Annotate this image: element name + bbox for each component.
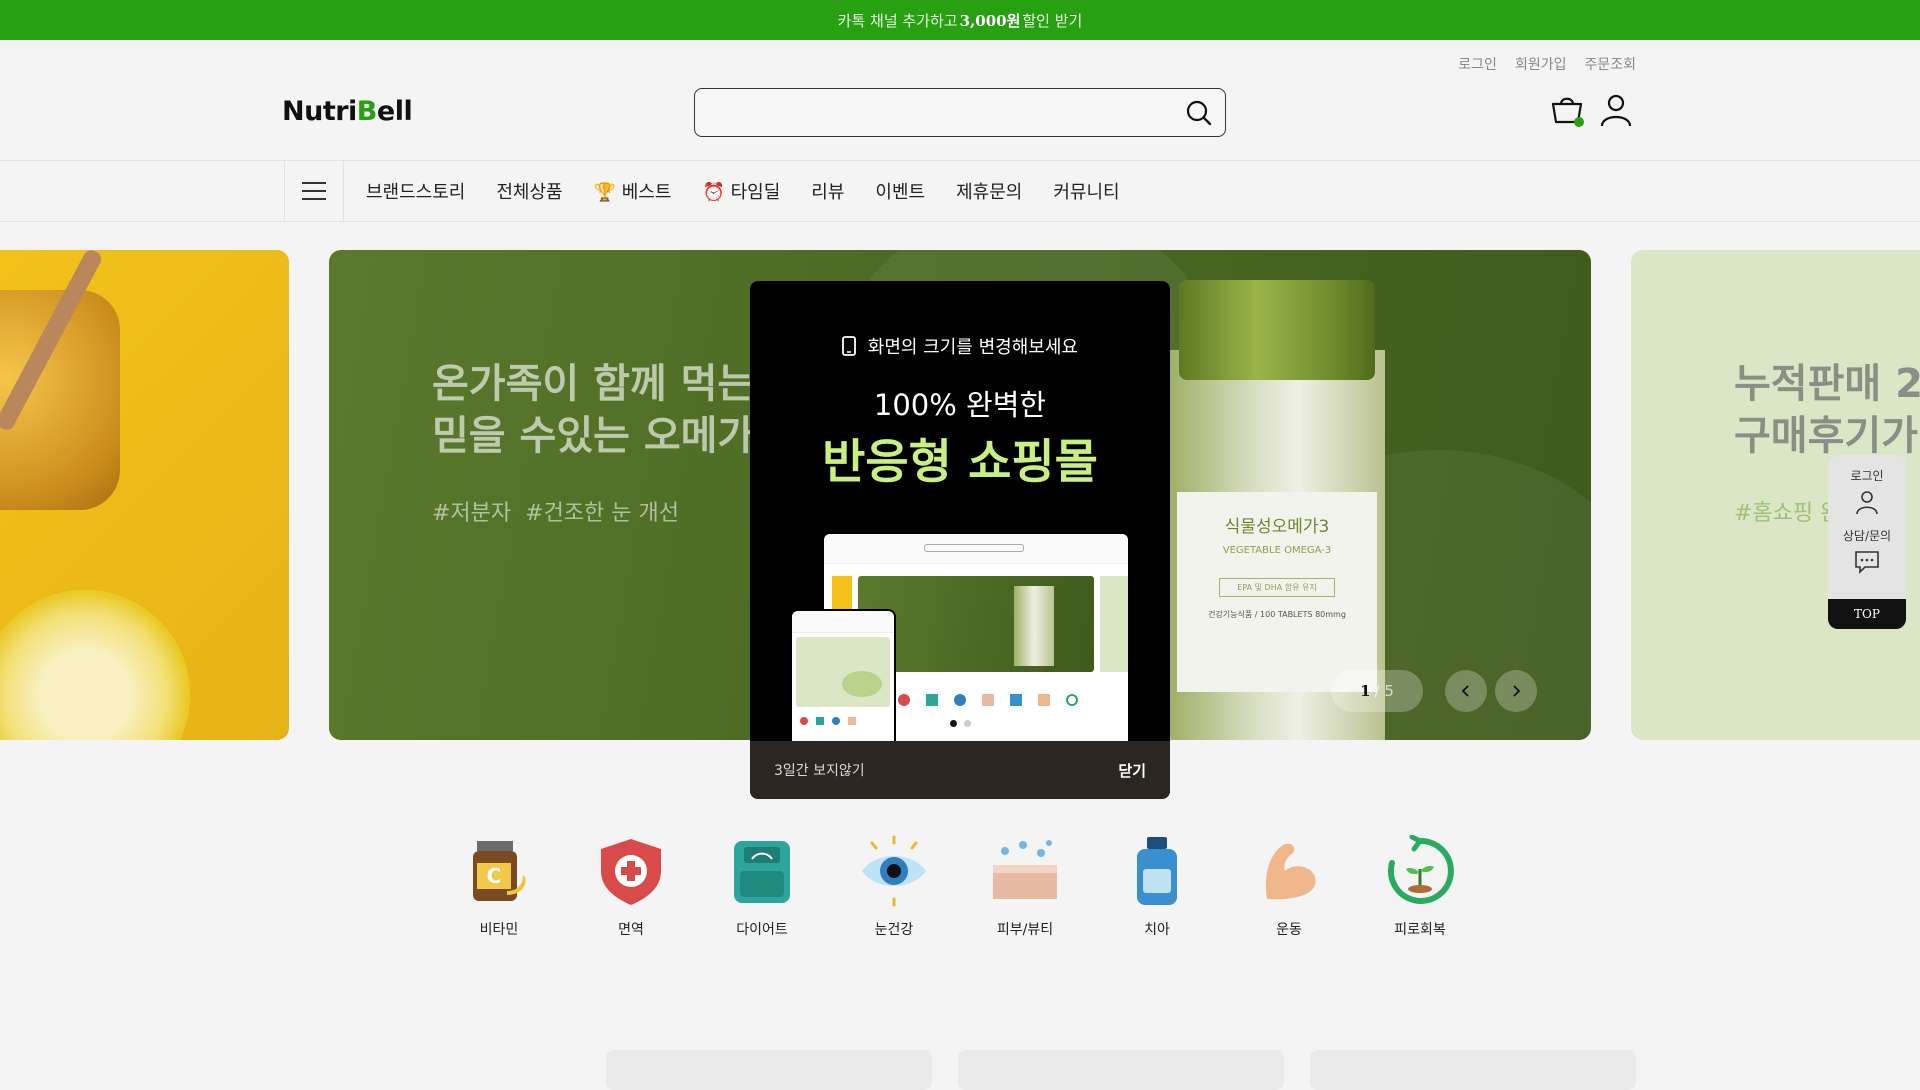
nav-community[interactable]: 커뮤니티 [1053,178,1119,204]
slide-title: 온가족이 함께 먹는 믿을 수있는 오메가 [432,358,754,462]
site-logo[interactable]: NutriBell [282,96,413,127]
nav-all-products[interactable]: 전체상품 [496,178,562,204]
category-label: 눈건강 [874,922,914,938]
modal-hint-text: 화면의 크기를 변경해보세요 [867,337,1078,358]
category-label: 피로회복 [1394,922,1446,938]
search-input[interactable] [709,99,1169,127]
order-lookup-link[interactable]: 주문조회 [1584,54,1636,74]
scroll-top-button[interactable]: TOP [1828,599,1906,629]
promo-text-before: 카톡 채널 추가하고 [837,11,958,30]
vitamin-icon: C [473,841,526,901]
skin-icon [993,840,1057,899]
category-label: 다이어트 [736,922,788,938]
login-link[interactable]: 로그인 [1458,54,1497,74]
slide-pager: 1 / 5 [1331,670,1423,712]
next-slide-title: 누적판매 2 구매후기가 [1734,358,1920,462]
chevron-right-icon [1513,685,1521,697]
pager-current: 1 [1360,682,1371,700]
next-slide-title-line1: 누적판매 2 [1734,361,1920,407]
logo-text-end: ell [376,96,413,127]
bottle-label: 식물성오메가3 VEGETABLE OMEGA-3 EPA 및 DHA 함유 유… [1177,492,1377,692]
modal-hint: 화면의 크기를 변경해보세요 [750,333,1170,359]
slide-tags: #저분자 #건조한 눈 개선 [432,501,680,526]
category-immune[interactable]: 면역 [576,835,686,939]
category-eye[interactable]: 눈건강 [839,835,949,939]
slide-title-line2: 믿을 수있는 오메가 [432,413,755,459]
slide-title-line1: 온가족이 함께 먹는 [432,361,755,407]
product-card[interactable] [1310,1050,1636,1090]
category-label: 피부/뷰티 [996,922,1054,938]
user-icon[interactable] [1853,488,1881,516]
lemon-image [0,590,190,740]
category-label: 비타민 [479,922,519,938]
label-badge: EPA 및 DHA 함유 유지 [1219,578,1335,597]
bottle-cap [1179,280,1375,380]
category-teeth[interactable]: 치아 [1102,835,1212,939]
site-header: 로그인 회원가입 주문조회 NutriBell [0,40,1920,160]
smartphone-icon [842,336,856,356]
modal-headline-1: 100% 완벽한 [873,388,1047,422]
nav-review[interactable]: 리뷰 [811,178,844,204]
category-menu: C 비타민 면역 다이어트 눈건강 피부/뷰티 치아 운동 피로회복 [0,834,1920,945]
quick-login-label[interactable]: 로그인 [1828,467,1906,484]
nav-event[interactable]: 이벤트 [875,178,925,204]
signup-link[interactable]: 회원가입 [1515,54,1567,74]
prev-slide-button[interactable] [1445,670,1487,712]
product-card[interactable] [606,1050,932,1090]
main-nav: 브랜드스토리 전체상품 🏆 베스트 ⏰ 타임딜 리뷰 이벤트 제휴문의 커뮤니티 [0,160,1920,222]
pager-total: / 5 [1374,682,1394,700]
next-slide-tag: #홈쇼핑 완 [1734,501,1841,526]
svg-text:C: C [487,864,502,888]
category-skin-beauty[interactable]: 피부/뷰티 [970,835,1080,939]
promo-amount: 3,000원 [959,11,1021,30]
recovery-icon [1387,834,1454,904]
label-product-en: VEGETABLE OMEGA-3 [1222,545,1332,556]
search-bar[interactable] [694,88,1226,137]
nav-time-deal[interactable]: ⏰ 타임딜 [702,178,780,204]
nav-partnership[interactable]: 제휴문의 [956,178,1022,204]
cart-icon[interactable] [1549,92,1585,128]
quick-consult-label[interactable]: 상담/문의 [1828,527,1906,544]
modal-headline-2: 반응형 쇼핑몰 [822,435,1098,490]
utility-links: 로그인 회원가입 주문조회 [1458,54,1636,74]
category-exercise[interactable]: 운동 [1234,835,1344,939]
modal-footer: 3일간 보지않기 닫기 [750,741,1170,799]
mobile-preview-image [792,611,894,746]
promo-banner[interactable]: 카톡 채널 추가하고 3,000원 할인 받기 [0,0,1920,40]
category-label: 운동 [1276,922,1302,938]
scale-icon [734,841,790,903]
search-icon[interactable] [1185,99,1213,127]
next-slide-button[interactable] [1495,670,1537,712]
logo-text-start: Nutri [282,96,357,127]
mouthwash-icon [1137,837,1177,905]
chevron-left-icon [1461,685,1469,697]
chat-bubble-icon[interactable] [1853,548,1881,576]
eye-icon [862,835,926,907]
nav-best[interactable]: 🏆 베스트 [594,178,672,204]
label-info: 건강기능식품 / 100 TABLETS 80mmg [1208,610,1346,619]
immune-shield-icon [601,839,661,905]
quick-side-menu: 로그인 상담/문의 TOP [1828,455,1906,629]
category-label: 치아 [1144,922,1170,938]
muscle-icon [1265,843,1316,900]
label-product-name: 식물성오메가3 [1224,517,1330,537]
hamburger-menu-icon[interactable] [284,161,344,221]
category-fatigue-recovery[interactable]: 피로회복 [1365,834,1475,939]
category-diet[interactable]: 다이어트 [707,835,817,939]
close-modal-button[interactable]: 닫기 [1118,760,1146,781]
responsive-promo-modal: 화면의 크기를 변경해보세요 100% 완벽한 반응형 쇼핑몰 3일간 보지않기… [750,281,1170,799]
category-vitamin[interactable]: C 비타민 [444,835,554,939]
nav-brand-story[interactable]: 브랜드스토리 [366,178,465,204]
hide-3-days-button[interactable]: 3일간 보지않기 [774,760,865,780]
slide-previous[interactable] [0,250,289,740]
category-label: 면역 [618,922,644,938]
user-icon[interactable] [1598,92,1634,128]
promo-text-after: 할인 받기 [1022,11,1083,30]
product-card[interactable] [958,1050,1284,1090]
logo-text-accent: B [356,96,378,127]
